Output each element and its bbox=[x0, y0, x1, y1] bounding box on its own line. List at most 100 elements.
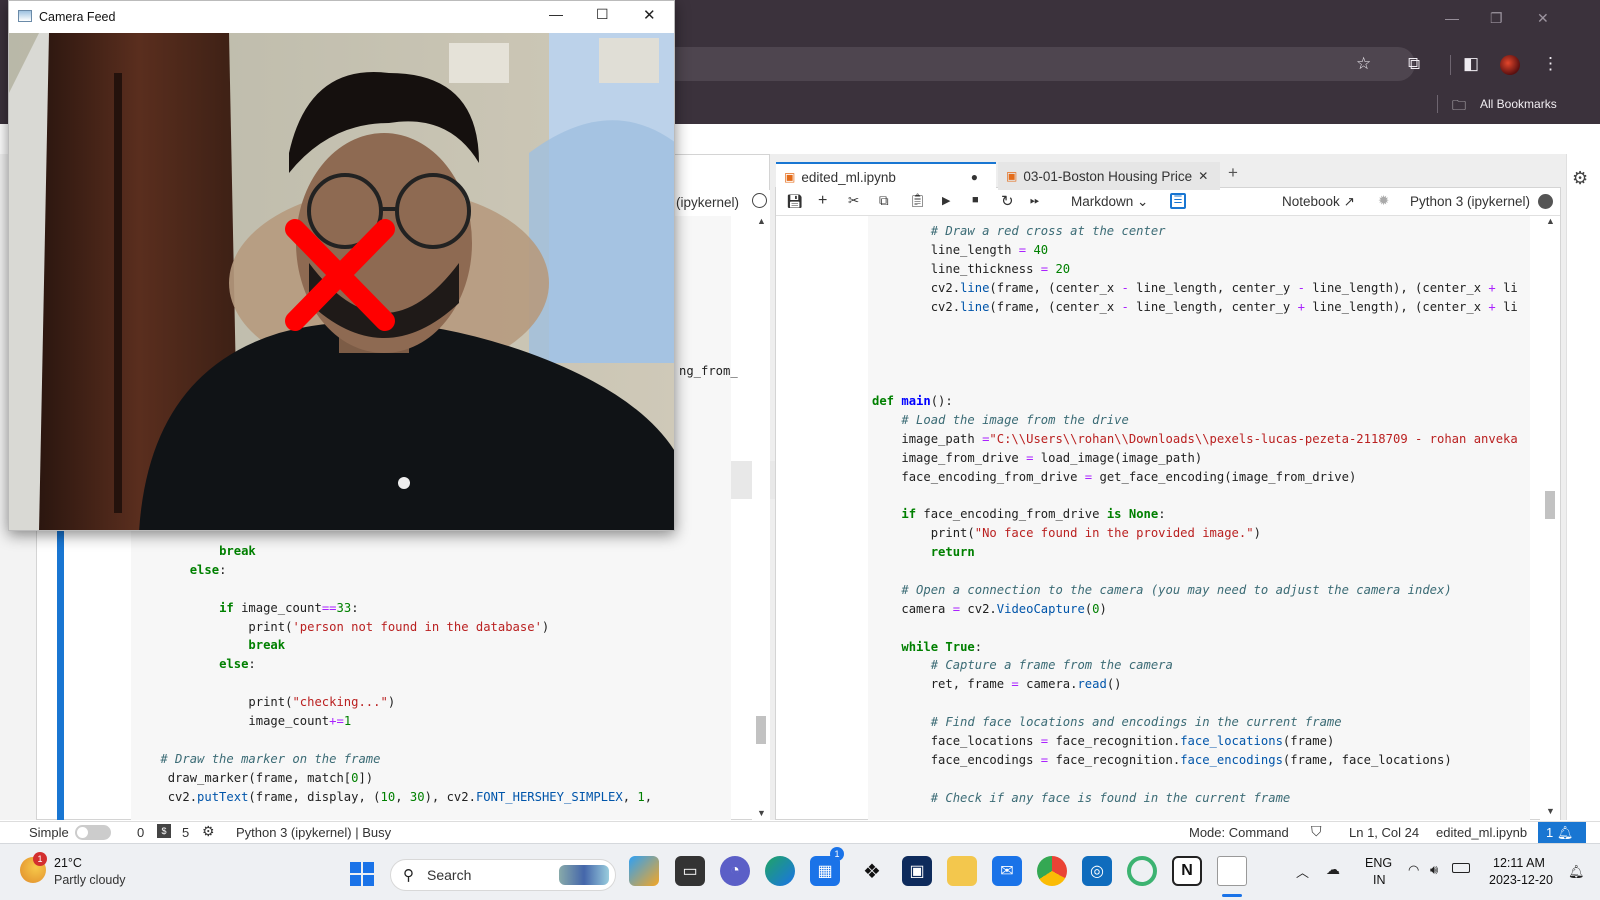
code-token: 1 bbox=[343, 714, 352, 729]
simple-mode-toggle[interactable] bbox=[75, 825, 111, 840]
clock-date[interactable]: 2023-12-20 bbox=[1489, 873, 1553, 887]
minimize-icon[interactable]: — bbox=[549, 6, 563, 22]
active-cell-indicator bbox=[57, 530, 64, 820]
maximize-icon[interactable]: ☐ bbox=[596, 6, 609, 23]
left-scrollbar[interactable]: ▲ ▼ bbox=[752, 216, 770, 820]
sync-app-icon[interactable] bbox=[1127, 856, 1157, 886]
clock-time[interactable]: 12:11 AM bbox=[1493, 856, 1545, 870]
profile-avatar[interactable] bbox=[1500, 55, 1520, 75]
dropbox-icon[interactable]: ❖ bbox=[857, 856, 887, 886]
code-token: putText bbox=[197, 789, 249, 804]
cursor-position[interactable]: Ln 1, Col 24 bbox=[1349, 825, 1419, 840]
kernel-status[interactable]: Python 3 (ipykernel) | Busy bbox=[236, 825, 391, 840]
weather-condition[interactable]: Partly cloudy bbox=[54, 873, 126, 887]
scroll-down-icon[interactable]: ▼ bbox=[1546, 806, 1555, 816]
document-icon[interactable] bbox=[1217, 856, 1247, 886]
edge-icon[interactable] bbox=[765, 856, 795, 886]
kernel-chip-icon[interactable]: ⚙ bbox=[202, 823, 215, 840]
wifi-icon[interactable]: ◠ bbox=[1408, 862, 1419, 878]
add-cell-icon[interactable]: + bbox=[818, 192, 827, 210]
teams-chat-icon[interactable]: ◔ bbox=[720, 856, 750, 886]
copy-icon[interactable]: ⧉ bbox=[879, 193, 889, 209]
code-token: (frame, face_locations) bbox=[1282, 752, 1452, 767]
save-icon[interactable]: 💾︎ bbox=[786, 194, 803, 210]
new-tab-button[interactable]: + bbox=[1228, 163, 1238, 183]
maximize-icon[interactable]: ❐ bbox=[1490, 10, 1503, 27]
table-of-contents-icon[interactable]: ☰ bbox=[1170, 193, 1186, 209]
volume-icon[interactable]: 🔊︎ bbox=[1430, 862, 1438, 878]
scroll-up-icon[interactable]: ▲ bbox=[757, 216, 766, 226]
shield-icon[interactable]: ⛉ bbox=[1311, 823, 1322, 840]
run-all-icon[interactable]: ⏩︎ bbox=[1030, 193, 1040, 208]
debugger-icon[interactable]: ✹ bbox=[1378, 193, 1389, 209]
camera-window-titlebar[interactable]: Camera Feed — ☐ ✕ bbox=[9, 1, 674, 33]
restart-icon[interactable]: ↻ bbox=[1001, 192, 1014, 210]
browser-menu-icon[interactable]: ⋮ bbox=[1542, 54, 1559, 74]
outlook-icon[interactable]: ◎ bbox=[1082, 856, 1112, 886]
language-line1[interactable]: ENG bbox=[1365, 856, 1392, 870]
terminal-count[interactable]: 0 bbox=[137, 825, 144, 840]
code-line: face_encoding_from_drive = get_face_enco… bbox=[872, 468, 1518, 487]
paste-icon[interactable]: 📋︎ bbox=[909, 193, 926, 209]
terminal-app-icon[interactable]: ▣ bbox=[902, 856, 932, 886]
left-scroll-thumb[interactable] bbox=[756, 716, 766, 744]
code-token: else bbox=[219, 657, 249, 672]
kernel-count[interactable]: 5 bbox=[182, 825, 189, 840]
code-token: # Draw the marker on the frame bbox=[160, 751, 381, 766]
code-token: face_encoding_from_drive bbox=[916, 507, 1107, 522]
all-bookmarks-link[interactable]: All Bookmarks bbox=[1480, 97, 1557, 111]
code-token: face_encodings bbox=[930, 752, 1041, 767]
extensions-icon[interactable]: ⧉ bbox=[1408, 54, 1420, 74]
kernel-name[interactable]: Python 3 (ipykernel) bbox=[1410, 194, 1530, 209]
task-view-icon[interactable]: ▭ bbox=[675, 856, 705, 886]
notification-bell-icon[interactable]: 🔔︎ bbox=[1568, 864, 1585, 880]
code-token: + bbox=[1297, 299, 1305, 314]
unsaved-dot-icon[interactable]: ● bbox=[971, 170, 978, 184]
cut-icon[interactable]: ✂ bbox=[848, 193, 859, 209]
temperature[interactable]: 21°C bbox=[54, 856, 82, 870]
bookmark-star-icon[interactable]: ☆ bbox=[1356, 54, 1371, 74]
scroll-up-icon[interactable]: ▲ bbox=[1546, 216, 1555, 226]
code-line: ret, frame = camera.read() bbox=[872, 675, 1518, 694]
close-icon[interactable]: ✕ bbox=[643, 6, 656, 24]
language-line2[interactable]: IN bbox=[1373, 873, 1386, 887]
right-scroll-thumb[interactable] bbox=[1545, 491, 1555, 519]
code-line: cv2.line(frame, (center_x - line_length,… bbox=[872, 298, 1518, 317]
close-icon[interactable]: ✕ bbox=[1537, 10, 1549, 27]
camera-feed-window[interactable]: Camera Feed — ☐ ✕ bbox=[8, 0, 675, 531]
right-scrollbar[interactable]: ▲ ▼ bbox=[1540, 216, 1560, 820]
side-panel-icon[interactable]: ◧ bbox=[1463, 54, 1479, 74]
tab-edited-ml[interactable]: ▣ edited_ml.ipynb ● bbox=[776, 162, 996, 190]
close-tab-icon[interactable]: ✕ bbox=[1198, 169, 1208, 183]
file-explorer-icon[interactable] bbox=[947, 856, 977, 886]
mail-icon[interactable]: ✉ bbox=[992, 856, 1022, 886]
stop-icon[interactable]: ■ bbox=[972, 194, 979, 206]
open-in-notebook-button[interactable]: Notebook ↗ bbox=[1282, 194, 1355, 210]
code-token: main bbox=[901, 394, 931, 409]
chrome-icon[interactable] bbox=[1037, 856, 1067, 886]
tab-boston-housing[interactable]: ▣ 03-01-Boston Housing Price ✕ bbox=[998, 162, 1220, 190]
start-tile bbox=[350, 875, 361, 886]
start-tile bbox=[363, 875, 374, 886]
minimize-icon[interactable]: — bbox=[1445, 10, 1459, 26]
notifications-button[interactable]: 1 🔔︎ bbox=[1538, 822, 1586, 844]
property-inspector-icon[interactable]: ⚙ bbox=[1572, 168, 1588, 189]
start-button[interactable] bbox=[350, 862, 374, 886]
chevron-up-icon[interactable]: ︿ bbox=[1296, 862, 1309, 881]
copilot-icon[interactable] bbox=[629, 856, 659, 886]
left-kernel-label[interactable]: (ipykernel) bbox=[676, 195, 739, 210]
onedrive-icon[interactable]: ☁ bbox=[1326, 861, 1340, 878]
code-token: line bbox=[960, 280, 990, 295]
scroll-down-icon[interactable]: ▼ bbox=[757, 808, 766, 818]
windows-taskbar bbox=[0, 843, 1600, 900]
run-icon[interactable]: ▶ bbox=[942, 194, 950, 207]
battery-icon[interactable] bbox=[1452, 863, 1470, 873]
cell-type-select[interactable]: Markdown ⌄ bbox=[1071, 194, 1148, 210]
address-bar[interactable] bbox=[600, 47, 1415, 81]
taskbar-search[interactable]: ⚲ Search bbox=[390, 859, 616, 891]
right-code-cell[interactable]: # Draw a red cross at the center line_le… bbox=[868, 216, 1530, 820]
notion-icon[interactable]: N bbox=[1172, 856, 1202, 886]
terminal-icon[interactable]: $ bbox=[157, 824, 171, 838]
